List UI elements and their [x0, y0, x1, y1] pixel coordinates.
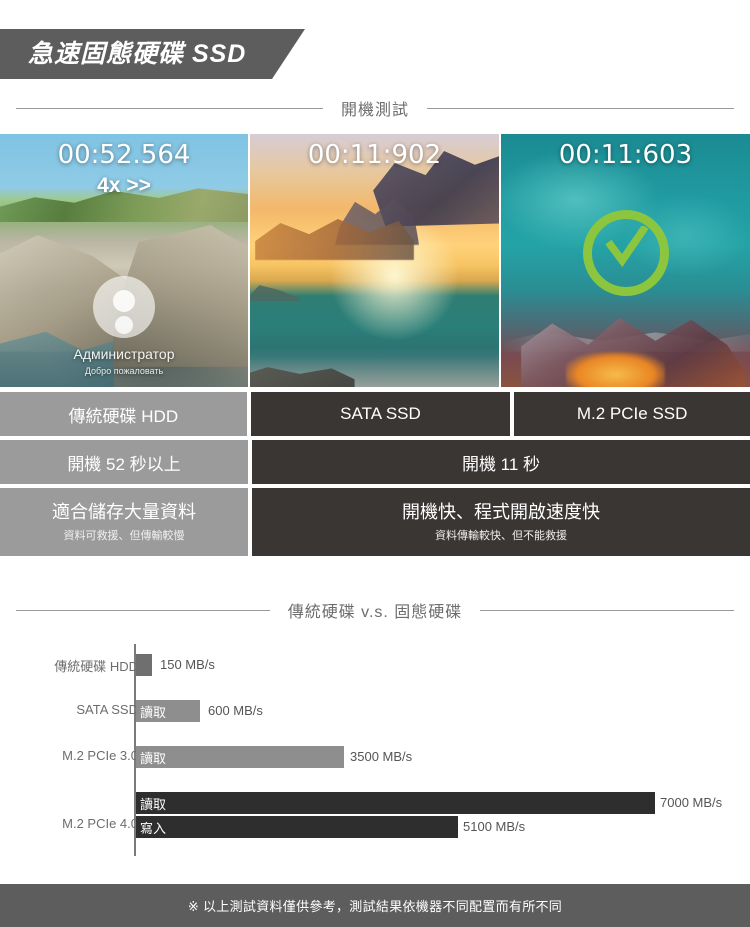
headland-shape [250, 285, 300, 301]
chart-bar-value-sata: 600 MB/s [208, 703, 263, 718]
table-row-boot-time: 開機 52 秒以上 開機 11 秒 [0, 440, 750, 484]
check-mark-icon [604, 226, 649, 268]
comparison-table: 傳統硬碟 HDD SATA SSD M.2 PCIe SSD 開機 52 秒以上… [0, 392, 750, 560]
boot-test-divider: 開機測試 [0, 95, 750, 121]
footer-note-text: ※ 以上測試資料僅供參考，測試結果依機器不同配置而有所不同 [187, 899, 563, 914]
logon-welcome-text: Добро пожаловать [84, 366, 164, 376]
chart-category-label-pcie3: M.2 PCIe 3.0 [62, 748, 138, 763]
table-cell-hdd-traits: 適合儲存大量資料 資料可救援、但傳輸較慢 [0, 488, 248, 556]
chart-bar-value-pcie3: 3500 MB/s [350, 749, 413, 764]
table-cell-ssd-traits: 開機快、程式開啟速度快 資料傳輸較快、但不能救援 [252, 488, 750, 556]
divider-line-right [427, 107, 735, 109]
table-cell-hdd-boot: 開機 52 秒以上 [0, 440, 248, 484]
table-row-traits: 適合儲存大量資料 資料可救援、但傳輸較慢 開機快、程式開啟速度快 資料傳輸較快、… [0, 488, 750, 556]
banner-title: 急速固態硬碟 SSD [28, 40, 247, 68]
chart-bar-pcie3-read: 讀取 [136, 746, 344, 768]
chart-bar-value-pcie4-write: 5100 MB/s [463, 819, 526, 834]
chart-bar-sata-read: 讀取 [136, 700, 200, 722]
speed-multiplier-tag: 4x >> [97, 174, 151, 197]
boot-panel-nvme: 00:11:603 [501, 134, 750, 387]
user-avatar-icon [93, 276, 155, 338]
glow-shape [565, 351, 666, 387]
trait-sub-hdd: 資料可救援、但傳輸較慢 [63, 530, 185, 543]
trait-main-ssd: 開機快、程式開啟速度快 [402, 501, 600, 522]
chart-bar-pcie4-read: 讀取 [136, 792, 655, 814]
chart-category-label-hdd: 傳統硬碟 HDD [54, 659, 138, 674]
ssd-infographic-page: 急速固態硬碟 SSD 開機測試 Администратор Добро пожа… [0, 0, 750, 927]
trait-main-hdd: 適合儲存大量資料 [52, 501, 196, 522]
boot-timer-nvme: 00:11:603 [558, 140, 693, 170]
table-row-headers: 傳統硬碟 HDD SATA SSD M.2 PCIe SSD [0, 392, 750, 436]
chart-category-label-sata: SATA SSD [76, 702, 138, 717]
chart-bar-mode-pcie4-read: 讀取 [140, 796, 167, 812]
divider-line-left [16, 107, 323, 109]
chart-category-label-pcie4: M.2 PCIe 4.0 [62, 816, 138, 831]
divider-line-right [480, 609, 735, 611]
table-cell-sata-header: SATA SSD [250, 392, 511, 436]
boot-test-title: 開機測試 [341, 102, 410, 119]
trait-sub-ssd: 資料傳輸較快、但不能救援 [435, 530, 567, 543]
chart-bar-mode-pcie3: 讀取 [140, 750, 167, 766]
boot-panel-hdd: Администратор Добро пожаловать 00:52.564… [0, 134, 248, 387]
footer-note-bar: ※ 以上測試資料僅供參考，測試結果依機器不同配置而有所不同 [0, 884, 750, 927]
chart-bar-mode-pcie4-write: 寫入 [140, 820, 167, 836]
header-banner: 急速固態硬碟 SSD [0, 29, 305, 79]
chart-bar-value-hdd: 150 MB/s [160, 657, 215, 672]
boot-panel-sata: 00:11:902 [250, 134, 499, 387]
table-cell-hdd-header: 傳統硬碟 HDD [0, 392, 247, 436]
panel-background-sunset-ocean [250, 134, 499, 387]
table-cell-nvme-header: M.2 PCIe SSD [514, 392, 750, 436]
comparison-divider: 傳統硬碟 v.s. 固態硬碟 [0, 597, 750, 623]
chart-bar-mode-sata: 讀取 [140, 704, 167, 720]
boot-test-panels: Администратор Добро пожаловать 00:52.564… [0, 134, 750, 387]
comparison-title: 傳統硬碟 v.s. 固態硬碟 [287, 604, 463, 621]
chart-bar-pcie4-write: 寫入 [136, 816, 458, 838]
chart-bar-value-pcie4-read: 7000 MB/s [660, 795, 723, 810]
divider-line-left [16, 609, 270, 611]
boot-timer-hdd: 00:52.564 [57, 140, 191, 170]
logon-user-name: Администратор [73, 346, 175, 362]
chart-bar-hdd-read [136, 654, 152, 676]
table-cell-ssd-boot: 開機 11 秒 [252, 440, 750, 484]
boot-timer-sata: 00:11:902 [307, 140, 442, 170]
speed-bar-chart: 傳統硬碟 HDD 150 MB/s SATA SSD 讀取 600 MB/s M… [0, 640, 750, 870]
